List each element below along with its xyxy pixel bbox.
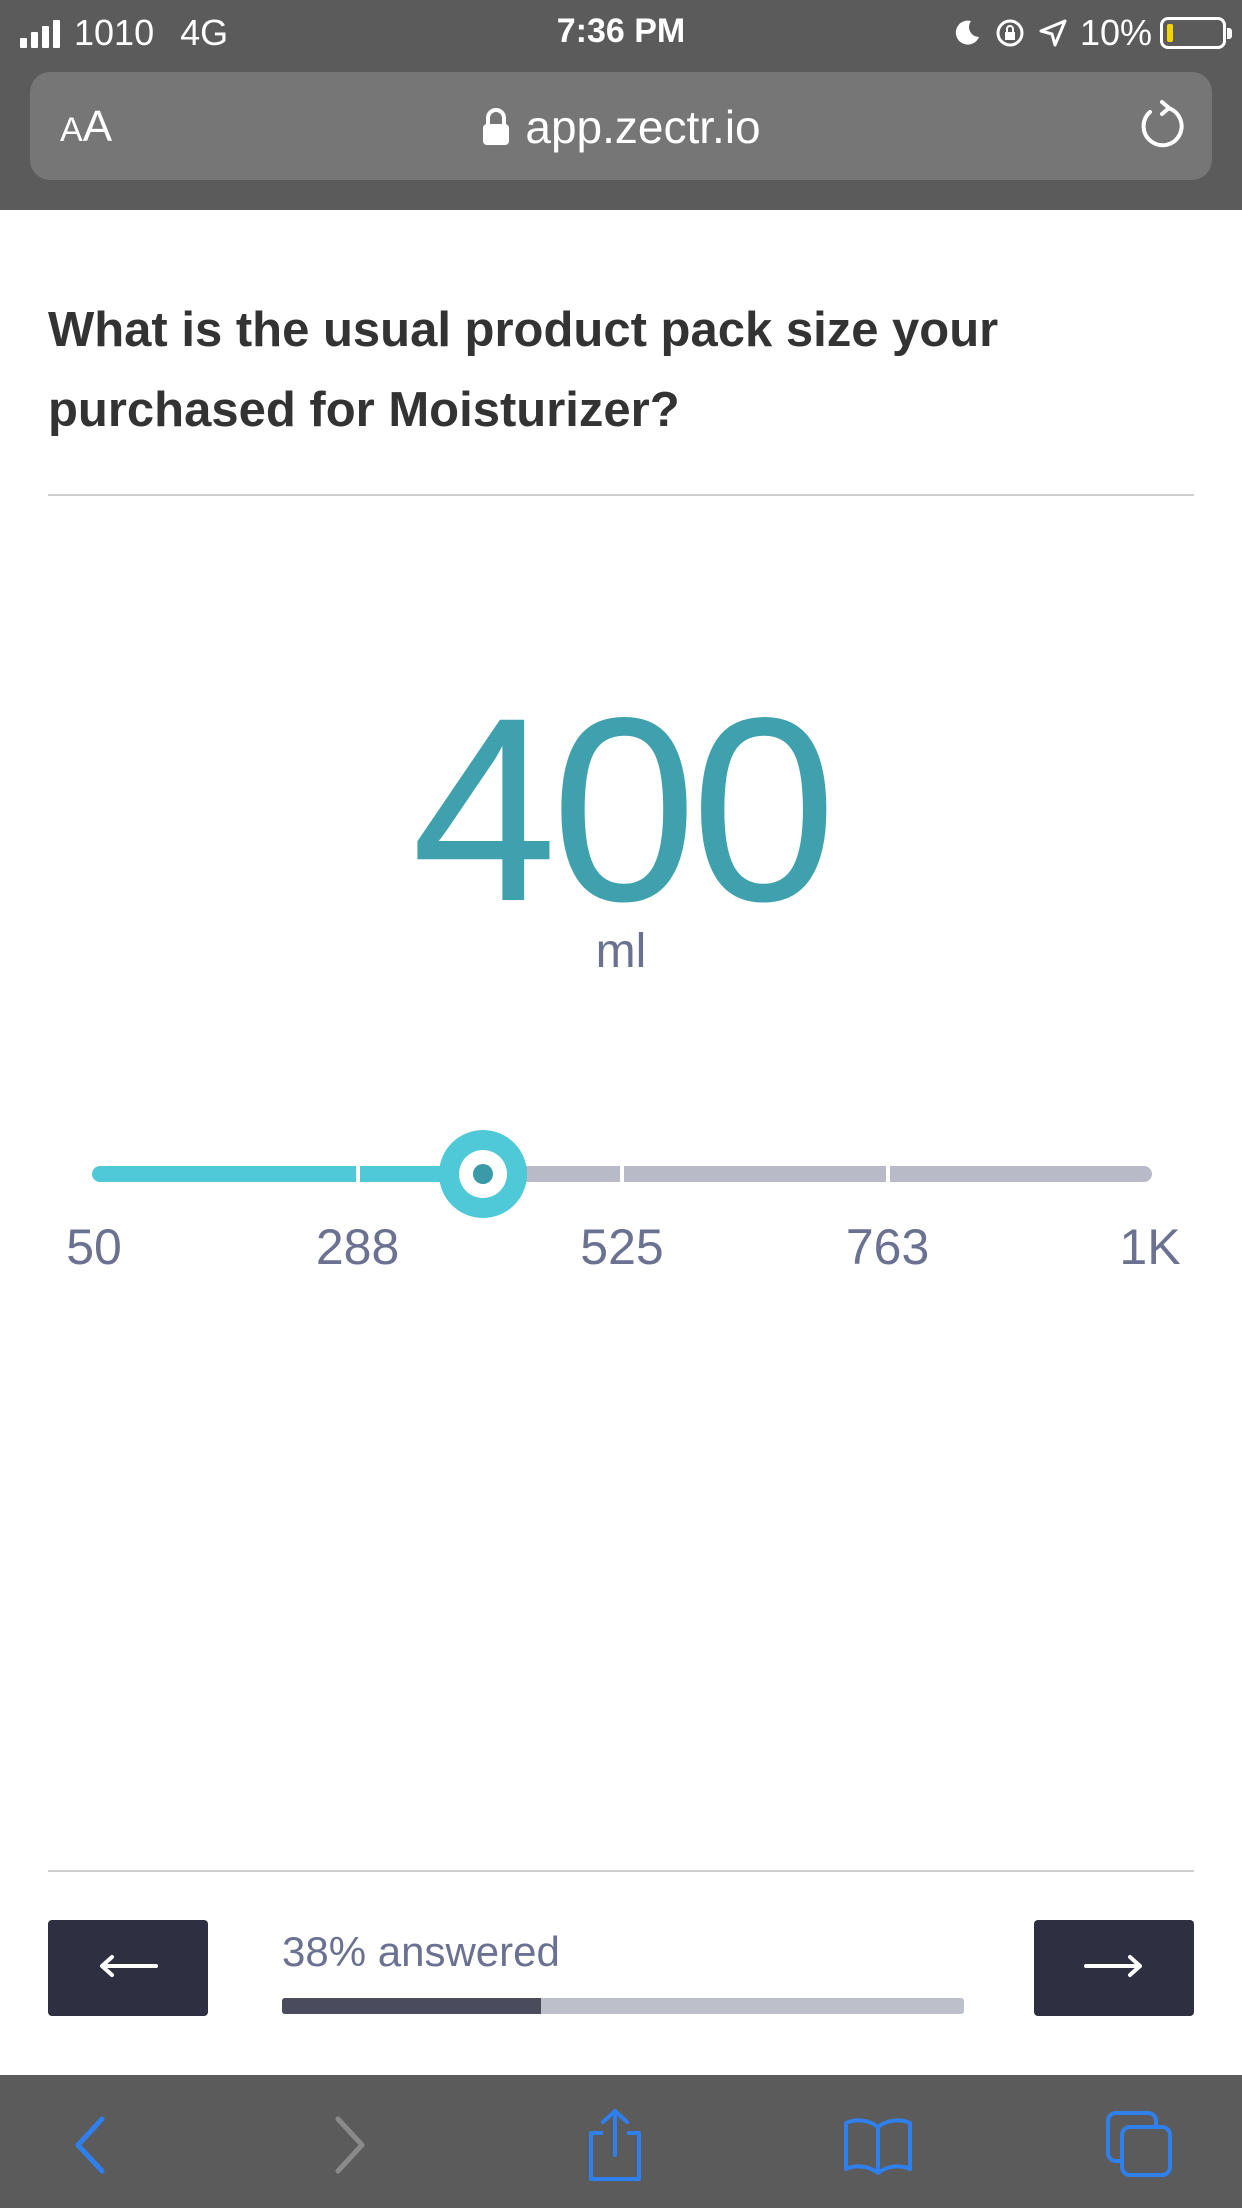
status-bar: 1010 4G 7:36 PM 10% bbox=[0, 0, 1242, 62]
pack-size-slider[interactable] bbox=[92, 1130, 1152, 1218]
address-bar[interactable]: AA app.zectr.io bbox=[30, 72, 1212, 180]
selected-value: 400 bbox=[411, 663, 836, 956]
next-button[interactable] bbox=[1034, 1920, 1194, 2016]
progress-bar-fill bbox=[282, 1998, 542, 2014]
question-text: What is the usual product pack size your… bbox=[48, 303, 999, 437]
slider-tick-label: 1K bbox=[1119, 1219, 1181, 1275]
slider-tick-label: 50 bbox=[66, 1219, 122, 1275]
url-display[interactable]: app.zectr.io bbox=[30, 100, 1212, 154]
progress-label: 38% answered bbox=[282, 1928, 560, 1975]
slider-tick-label: 288 bbox=[315, 1219, 400, 1275]
tabs-icon[interactable] bbox=[1100, 2105, 1180, 2185]
slider-thumb[interactable] bbox=[438, 1130, 527, 1218]
question-divider bbox=[48, 494, 1194, 496]
back-icon[interactable] bbox=[50, 2105, 130, 2185]
browser-toolbar bbox=[0, 2075, 1242, 2208]
slider-track-inactive bbox=[624, 1166, 886, 1182]
url-text: app.zectr.io bbox=[525, 101, 761, 153]
progress-bar bbox=[282, 1998, 964, 2014]
arrow-right-icon bbox=[1084, 1954, 1144, 1983]
forward-icon[interactable] bbox=[310, 2105, 390, 2185]
lock-icon bbox=[481, 107, 511, 147]
status-bar-right: 10% bbox=[952, 12, 1232, 54]
slider-track-inactive bbox=[889, 1166, 1152, 1182]
share-icon[interactable] bbox=[575, 2105, 655, 2185]
moon-icon bbox=[952, 18, 982, 48]
battery-percent: 10% bbox=[1079, 12, 1152, 53]
browser-top-chrome: 1010 4G 7:36 PM 10% AA app.zectr.io bbox=[0, 0, 1242, 210]
reload-icon[interactable] bbox=[1136, 98, 1188, 159]
battery-icon bbox=[1160, 17, 1232, 49]
slider-tick-label: 763 bbox=[845, 1219, 930, 1275]
bookmarks-icon[interactable] bbox=[838, 2105, 918, 2185]
value-unit: ml bbox=[595, 925, 647, 978]
orientation-lock-icon bbox=[994, 17, 1026, 49]
arrow-left-icon bbox=[98, 1954, 158, 1983]
slider-track-active bbox=[92, 1166, 356, 1182]
footer-divider bbox=[48, 1870, 1194, 1872]
back-button[interactable] bbox=[48, 1920, 208, 2016]
slider-tick-label: 525 bbox=[580, 1219, 664, 1275]
location-icon bbox=[1038, 18, 1068, 48]
